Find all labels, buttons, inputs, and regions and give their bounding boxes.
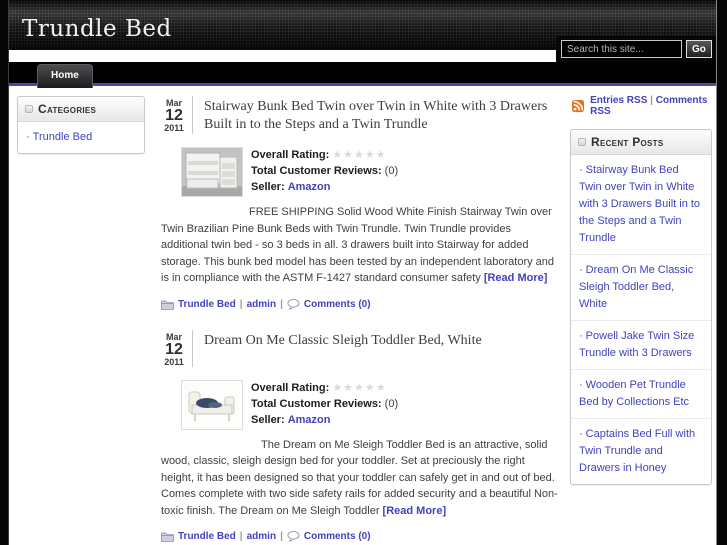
folder-icon <box>161 532 174 542</box>
site-title[interactable]: Trundle Bed <box>22 16 172 42</box>
left-sidebar: Categories · Trundle Bed <box>9 86 149 545</box>
search-input[interactable] <box>561 40 682 58</box>
box-bullet-icon <box>25 105 33 113</box>
recent-post-link-4[interactable]: · Wooden Pet Trundle Bed by Collections E… <box>571 369 711 418</box>
rss-links-row: Entries RSS | Comments RSS <box>572 95 712 117</box>
bunk-bed-image <box>182 148 242 196</box>
post-author-link[interactable]: admin <box>247 531 276 542</box>
box-bullet-icon <box>578 138 586 146</box>
recent-post-link-5[interactable]: · Captains Bed Full with Twin Trundle and… <box>571 418 711 484</box>
post-date: Mar 12 2011 <box>161 96 193 134</box>
categories-box: Categories · Trundle Bed <box>17 96 145 154</box>
post-meta-lines: Overall Rating: ★★★★★ Total Customer Rev… <box>251 381 399 426</box>
search-go-button[interactable]: Go <box>686 40 712 58</box>
right-sidebar: Entries RSS | Comments RSS Recent Posts … <box>566 86 716 545</box>
seller-amazon-link[interactable]: Amazon <box>288 181 331 193</box>
site-header: Trundle Bed Go <box>9 0 716 62</box>
recent-posts-header: Recent Posts <box>571 130 711 155</box>
post-comments-link[interactable]: Comments (0) <box>304 299 371 310</box>
main-nav: Home <box>9 62 716 88</box>
post-category-link[interactable]: Trundle Bed <box>178 299 236 310</box>
read-more-link[interactable]: [Read More] <box>484 272 548 284</box>
recent-post-link-2[interactable]: · Dream On Me Classic Sleigh Toddler Bed,… <box>571 254 711 320</box>
rating-stars-icon: ★★★★★ <box>332 149 387 161</box>
post-title-link[interactable]: Dream On Me Classic Sleigh Toddler Bed, … <box>204 330 482 367</box>
post-footer: Trundle Bed | admin | Comments (0) <box>161 299 560 310</box>
list-bullet: · <box>26 131 30 143</box>
seller-amazon-link[interactable]: Amazon <box>288 414 331 426</box>
entries-rss-link[interactable]: Entries RSS <box>590 95 647 106</box>
recent-post-link-1[interactable]: · Stairway Bunk Bed Twin over Twin in Whi… <box>571 155 711 254</box>
post-title-link[interactable]: Stairway Bunk Bed Twin over Twin in Whit… <box>204 96 560 134</box>
category-link-trundle-bed[interactable]: · Trundle Bed <box>18 122 144 153</box>
main-column: Mar 12 2011 Stairway Bunk Bed Twin over … <box>149 86 566 545</box>
post-footer: Trundle Bed | admin | Comments (0) <box>161 531 560 542</box>
categories-title: Categories <box>38 102 97 116</box>
rating-stars-icon: ★★★★★ <box>332 381 387 394</box>
post-excerpt: The Dream on Me Sleigh Toddler Bed is an… <box>161 438 558 517</box>
post-category-link[interactable]: Trundle Bed <box>178 531 236 542</box>
recent-posts-title: Recent Posts <box>591 135 664 149</box>
rss-icon[interactable] <box>572 99 585 113</box>
comments-bubble-icon <box>287 298 300 310</box>
nav-tab-home[interactable]: Home <box>37 64 93 88</box>
recent-post-link-3[interactable]: · Powell Jake Twin Size Trundle with 3 Dr… <box>571 320 711 369</box>
page-frame: Trundle Bed Go Home Categories ·Trundle … <box>8 0 717 545</box>
comments-bubble-icon <box>287 531 300 542</box>
post-comments-link[interactable]: Comments (0) <box>304 531 371 542</box>
search-bar: Go <box>556 36 716 62</box>
post-excerpt: FREE SHIPPING Solid Wood White Finish St… <box>161 206 555 284</box>
post-thumbnail-bunk-bed[interactable] <box>181 147 243 197</box>
post-1: Mar 12 2011 Stairway Bunk Bed Twin over … <box>161 96 560 310</box>
post-author-link[interactable]: admin <box>247 299 276 310</box>
folder-icon <box>161 300 174 310</box>
content-area: Categories · Trundle Bed Mar 12 2011 Stai… <box>9 86 716 545</box>
post-date: Mar 12 2011 <box>161 329 193 367</box>
categories-header: Categories <box>18 97 144 122</box>
post-meta-lines: Overall Rating: ★★★★★ Total Customer Rev… <box>251 149 399 193</box>
sleigh-bed-image <box>182 380 242 429</box>
recent-posts-box: Recent Posts · Stairway Bunk Bed Twin ove… <box>570 129 712 485</box>
post-2: Mar 12 2011 Dream On Me Classic Sleigh T… <box>161 329 560 542</box>
post-thumbnail-sleigh-bed[interactable] <box>181 379 243 430</box>
read-more-link[interactable]: [Read More] <box>383 505 447 517</box>
